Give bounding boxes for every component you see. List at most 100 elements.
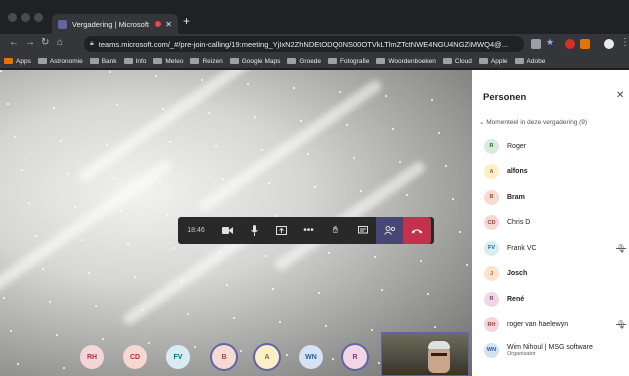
bookmark-item[interactable]: Reizen: [190, 58, 223, 65]
bookmark-item[interactable]: Woordenboeken: [376, 58, 436, 65]
video-speck: [17, 363, 19, 365]
chat-icon: [357, 226, 368, 234]
participant-name: Wim Nihoul | MSG software Organisator: [507, 344, 593, 357]
bookmark-item[interactable]: Apple: [478, 58, 508, 65]
folder-icon: [89, 58, 99, 64]
bookmark-item[interactable]: Google Maps: [229, 58, 280, 65]
self-view-video[interactable]: [381, 332, 469, 376]
video-streak: [196, 77, 384, 215]
stage-participant-avatar[interactable]: CD: [123, 345, 147, 369]
video-speck: [381, 289, 383, 291]
folder-icon: [478, 58, 488, 64]
video-speck: [268, 182, 270, 184]
stage-participant-avatar[interactable]: B: [212, 345, 236, 369]
folder-icon: [153, 58, 163, 64]
tab-teams-meeting[interactable]: Vergadering | Microsoft Te ✕: [52, 14, 178, 34]
bookmark-label: Bank: [101, 57, 117, 65]
bookmark-item[interactable]: Apps: [4, 58, 31, 65]
tab-title: Vergadering | Microsoft Te: [72, 19, 152, 29]
participant-avatar: FV: [484, 240, 499, 256]
bookmark-item[interactable]: Bank: [89, 57, 117, 65]
video-speck: [431, 99, 433, 101]
folder-icon: [442, 58, 452, 64]
video-speck: [219, 251, 221, 253]
people-panel: Personen ✕ ⌄ Momenteel in deze vergaderi…: [472, 70, 629, 376]
video-speck: [88, 272, 90, 274]
new-tab-button[interactable]: +: [183, 14, 190, 28]
participant-row[interactable]: WN Wim Nihoul | MSG software Organisator: [472, 340, 629, 360]
tab-close-icon[interactable]: ✕: [165, 20, 172, 29]
maximize-window-button[interactable]: [34, 13, 43, 22]
home-icon[interactable]: ⌂: [57, 37, 63, 48]
self-view-glasses: [431, 353, 447, 356]
reload-icon[interactable]: ↻: [41, 37, 49, 48]
participant-name: Frank VC: [507, 245, 537, 252]
participant-row[interactable]: R René: [472, 289, 629, 309]
participant-row[interactable]: R Roger: [472, 136, 629, 156]
extension-red-icon[interactable]: [565, 39, 575, 49]
panel-close-icon[interactable]: ✕: [616, 90, 624, 101]
video-speck: [116, 104, 118, 106]
video-speck: [155, 75, 157, 77]
video-speck: [120, 210, 122, 212]
participant-row[interactable]: Aalfons: [472, 162, 629, 182]
video-speck: [162, 108, 164, 110]
stage-participant-avatar[interactable]: R: [343, 345, 367, 369]
close-window-button[interactable]: [8, 13, 17, 22]
video-speck: [3, 297, 5, 299]
participant-row[interactable]: B Bram: [472, 187, 629, 207]
bookmark-item[interactable]: Meteo: [153, 58, 183, 65]
video-speck: [49, 301, 51, 303]
bookmark-star-icon[interactable]: ★: [546, 37, 554, 48]
profile-avatar-icon[interactable]: [604, 39, 614, 49]
extension-orange-icon[interactable]: [580, 39, 590, 49]
bookmark-item[interactable]: Adobe: [514, 58, 545, 65]
hang-up-icon: [411, 229, 423, 233]
microphone-button[interactable]: [241, 217, 268, 244]
participant-name: roger van haelewyn: [507, 321, 568, 328]
participant-row[interactable]: CD Chris D: [472, 213, 629, 233]
video-speck: [222, 178, 224, 180]
participant-row[interactable]: J Josch: [472, 264, 629, 284]
participant-row[interactable]: FV Frank VC 🎙︎: [472, 238, 629, 258]
forward-arrow-icon[interactable]: →: [25, 37, 35, 48]
folder-icon: [514, 58, 524, 64]
hand-icon: ✋︎: [332, 225, 339, 236]
folder-icon: [229, 58, 239, 64]
bookmark-item[interactable]: Info: [123, 58, 146, 65]
stage-participant-avatar[interactable]: WN: [299, 345, 323, 369]
stage-participant-avatar[interactable]: FV: [166, 345, 190, 369]
video-speck: [173, 247, 175, 249]
bookmark-label: Woordenboeken: [388, 57, 436, 65]
back-arrow-icon[interactable]: ←: [9, 37, 19, 48]
raise-hand-button[interactable]: ✋︎: [322, 217, 349, 244]
hang-up-button[interactable]: [403, 217, 431, 244]
folder-icon: [287, 58, 297, 64]
video-speck: [325, 325, 327, 327]
video-speck: [42, 268, 44, 270]
camera-button[interactable]: [214, 217, 241, 244]
stage-participant-avatar[interactable]: A: [255, 345, 279, 369]
folder-icon: [123, 58, 133, 64]
address-bar[interactable]: 🔒︎ teams.microsoft.com/_#/pre-join-calli…: [84, 36, 524, 52]
video-speck: [360, 190, 362, 192]
more-actions-button[interactable]: •••: [295, 217, 322, 244]
bookmark-item[interactable]: Fotografie: [328, 58, 369, 65]
mic-muted-icon: 🎙︎: [616, 243, 627, 253]
minimize-window-button[interactable]: [21, 13, 30, 22]
share-screen-button[interactable]: [268, 217, 295, 244]
bookmark-item[interactable]: Cloud: [442, 58, 472, 65]
stage-participant-avatar[interactable]: RH: [80, 345, 104, 369]
participant-name: René: [507, 296, 524, 303]
browser-menu-icon[interactable]: ⋮: [620, 37, 629, 48]
video-speck: [106, 144, 108, 146]
participant-name-text: Wim Nihoul | MSG software: [507, 343, 593, 351]
participant-row[interactable]: RH roger van haelewyn 🎙︎: [472, 315, 629, 335]
video-speck: [74, 206, 76, 208]
extension-icon[interactable]: [531, 39, 541, 49]
bookmark-item[interactable]: Groede: [287, 58, 321, 65]
participants-button[interactable]: [376, 217, 403, 244]
bookmark-item[interactable]: Astronomie: [37, 58, 83, 65]
chat-button[interactable]: [349, 217, 376, 244]
in-meeting-section-header[interactable]: ⌄ Momenteel in deze vergadering (9): [479, 118, 587, 126]
